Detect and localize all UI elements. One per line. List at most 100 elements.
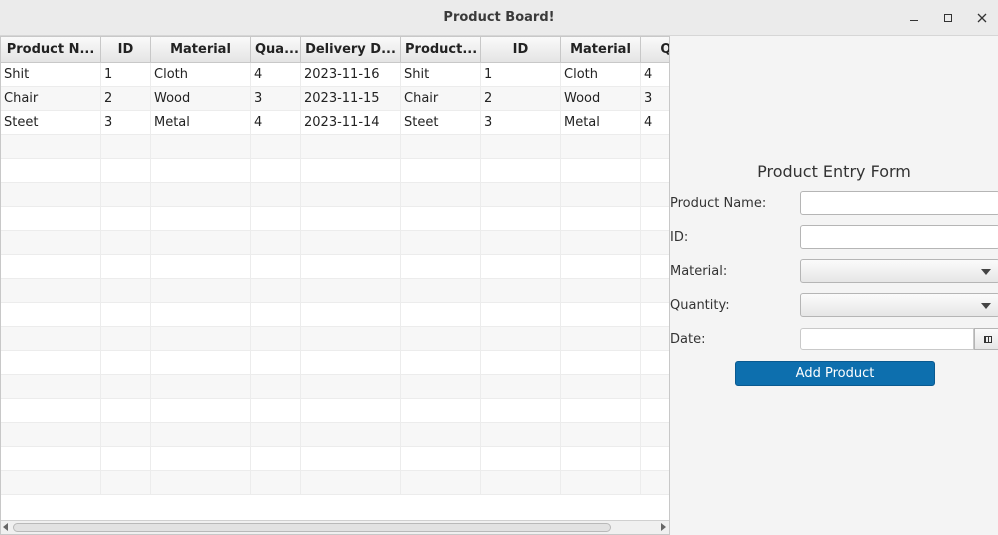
table-cell — [1, 327, 101, 351]
table-cell — [251, 207, 301, 231]
table-cell — [481, 207, 561, 231]
table-cell — [301, 159, 401, 183]
material-select[interactable] — [800, 259, 998, 283]
empty-table-row[interactable] — [1, 375, 669, 399]
table-cell — [1, 255, 101, 279]
date-input[interactable] — [800, 328, 974, 350]
table-cell — [641, 135, 669, 159]
empty-table-row[interactable] — [1, 255, 669, 279]
table-cell — [401, 399, 481, 423]
column-header-id[interactable]: ID — [101, 37, 151, 63]
empty-table-row[interactable] — [1, 207, 669, 231]
table-cell: 2 — [101, 87, 151, 111]
column-header-material-2[interactable]: Material — [561, 37, 641, 63]
table-cell — [1, 303, 101, 327]
table-cell — [641, 423, 669, 447]
table-header: Product N... ID Material Qua... Delivery… — [1, 37, 669, 63]
table-cell — [1, 375, 101, 399]
table-cell — [561, 423, 641, 447]
table-row[interactable]: Chair 2 Wood 3 2023-11-15 Chair 2 Wood 3 — [1, 87, 669, 111]
table-cell — [101, 471, 151, 495]
empty-table-row[interactable] — [1, 423, 669, 447]
table-cell — [1, 183, 101, 207]
empty-table-row[interactable] — [1, 303, 669, 327]
table-cell — [641, 183, 669, 207]
table-cell — [101, 375, 151, 399]
empty-table-row[interactable] — [1, 447, 669, 471]
table-cell: Metal — [151, 111, 251, 135]
table-cell — [1, 471, 101, 495]
empty-table-row[interactable] — [1, 399, 669, 423]
table-cell — [561, 279, 641, 303]
column-header-id-2[interactable]: ID — [481, 37, 561, 63]
table-cell — [251, 423, 301, 447]
id-input[interactable] — [800, 225, 998, 249]
table-cell — [561, 399, 641, 423]
table-cell — [401, 159, 481, 183]
table-cell — [251, 375, 301, 399]
column-header-material[interactable]: Material — [151, 37, 251, 63]
table-cell: 4 — [641, 111, 669, 135]
table-cell — [641, 303, 669, 327]
table-cell — [481, 423, 561, 447]
table-cell — [151, 399, 251, 423]
product-name-input[interactable] — [800, 191, 998, 215]
column-header-product-2[interactable]: Product... — [401, 37, 481, 63]
empty-table-row[interactable] — [1, 231, 669, 255]
table-cell — [301, 423, 401, 447]
empty-table-row[interactable] — [1, 327, 669, 351]
table-cell — [641, 231, 669, 255]
table-cell — [151, 375, 251, 399]
table-cell — [401, 351, 481, 375]
scrollbar-thumb[interactable] — [13, 523, 611, 532]
table-cell — [1, 135, 101, 159]
date-picker-button[interactable] — [974, 328, 998, 350]
table-cell — [301, 375, 401, 399]
table-cell — [151, 303, 251, 327]
column-header-product-name[interactable]: Product N... — [1, 37, 101, 63]
table-cell — [151, 279, 251, 303]
table-row[interactable]: Steet 3 Metal 4 2023-11-14 Steet 3 Metal… — [1, 111, 669, 135]
table-row[interactable]: Shit 1 Cloth 4 2023-11-16 Shit 1 Cloth 4 — [1, 63, 669, 87]
table-cell — [151, 255, 251, 279]
empty-table-row[interactable] — [1, 279, 669, 303]
table-cell — [1, 279, 101, 303]
table-cell — [251, 327, 301, 351]
maximize-button[interactable] — [938, 8, 958, 28]
minimize-button[interactable] — [904, 8, 924, 28]
column-header-quantity-2[interactable]: Qu — [641, 37, 669, 63]
horizontal-scrollbar[interactable] — [1, 520, 669, 534]
table-cell — [641, 471, 669, 495]
add-product-button[interactable]: Add Product — [735, 361, 935, 386]
maximize-icon — [944, 14, 952, 22]
table-cell — [151, 183, 251, 207]
product-table[interactable]: Product N... ID Material Qua... Delivery… — [0, 36, 670, 535]
table-cell — [151, 447, 251, 471]
table-cell — [301, 447, 401, 471]
table-cell — [301, 207, 401, 231]
close-button[interactable] — [972, 8, 992, 28]
table-cell: Wood — [561, 87, 641, 111]
table-cell — [561, 375, 641, 399]
table-cell: Metal — [561, 111, 641, 135]
scroll-right-icon[interactable] — [661, 523, 666, 531]
empty-table-row[interactable] — [1, 183, 669, 207]
table-cell — [251, 399, 301, 423]
empty-table-row[interactable] — [1, 135, 669, 159]
empty-table-row[interactable] — [1, 159, 669, 183]
table-cell — [151, 159, 251, 183]
table-cell — [151, 327, 251, 351]
close-icon — [977, 13, 987, 23]
empty-rows — [1, 135, 669, 495]
table-cell: 3 — [481, 111, 561, 135]
scroll-left-icon[interactable] — [3, 523, 8, 531]
quantity-select[interactable] — [800, 293, 998, 317]
product-entry-form: Product Entry Form Product Name: ID: Mat… — [670, 36, 998, 535]
table-cell — [251, 159, 301, 183]
column-header-quantity[interactable]: Qua... — [251, 37, 301, 63]
table-cell: Shit — [1, 63, 101, 87]
material-label: Material: — [670, 264, 728, 279]
empty-table-row[interactable] — [1, 351, 669, 375]
empty-table-row[interactable] — [1, 471, 669, 495]
column-header-delivery-date[interactable]: Delivery D... — [301, 37, 401, 63]
